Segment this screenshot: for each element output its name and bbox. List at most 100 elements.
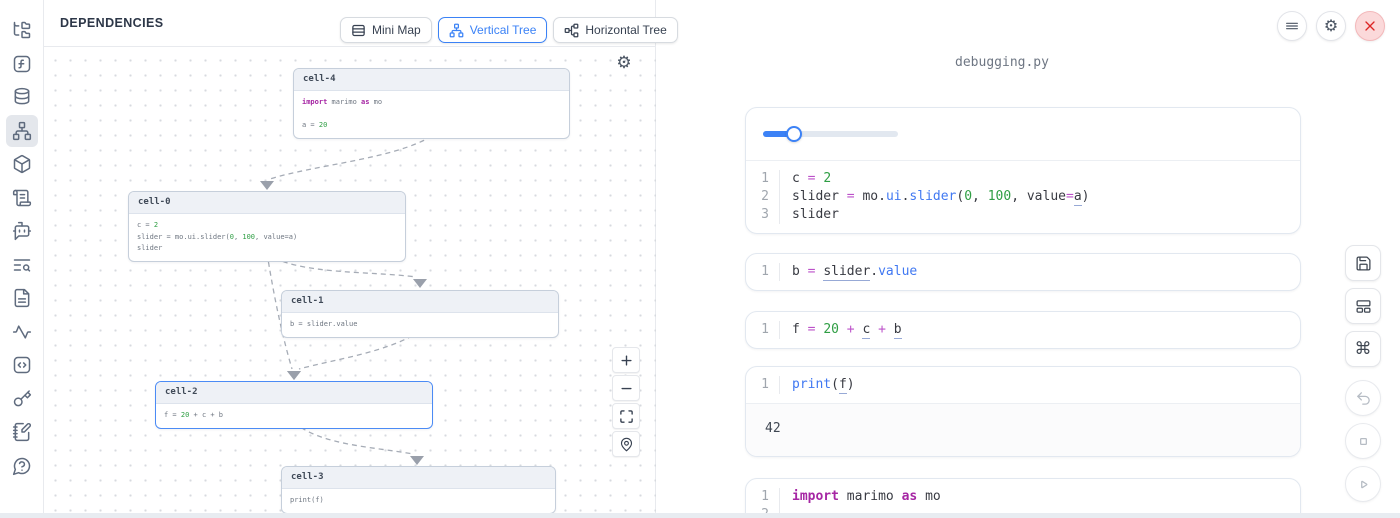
slider-widget[interactable] (763, 131, 898, 137)
graph-node-code: f = 20 + c + b (156, 404, 432, 428)
sidebar-item-tracing[interactable] (6, 316, 38, 348)
cell-code-editor[interactable]: 1c = 22slider = mo.ui.slider(0, 100, val… (746, 161, 1300, 233)
dependency-graph-icon (12, 121, 32, 141)
sidebar-item-snippets[interactable] (6, 349, 38, 381)
notebook-settings-button[interactable]: ⚙ (1316, 11, 1346, 41)
vertical-tree-button[interactable]: Vertical Tree (438, 17, 548, 43)
pin-button[interactable] (612, 431, 640, 457)
cell-code-editor[interactable]: 1f = 20 + c + b (746, 312, 1300, 348)
minimap-icon (351, 23, 366, 38)
zoom-out-button[interactable] (612, 375, 640, 401)
app-layout-icon (1355, 298, 1372, 315)
line-number: 3 (746, 206, 780, 224)
stop-button[interactable] (1345, 423, 1381, 459)
horizontal-tree-button-label: Horizontal Tree (585, 23, 666, 37)
documentation-icon (12, 288, 32, 308)
horizontal-tree-icon (564, 23, 579, 38)
edge-arrowhead (410, 456, 424, 465)
graph-node-cell-3[interactable]: cell-3print(f) (281, 466, 556, 514)
settings-icon: ⚙ (1324, 18, 1338, 34)
cell-code-editor[interactable]: 1b = slider.value (746, 254, 1300, 290)
graph-zoom-controls (612, 347, 640, 457)
sidebar-item-file-explorer[interactable] (6, 14, 38, 46)
vertical-tree-button-label: Vertical Tree (470, 23, 537, 37)
file-explorer-icon (12, 20, 32, 40)
graph-node-code: print(f) (282, 489, 555, 513)
notebook-menu-button[interactable] (1277, 11, 1307, 41)
zoom-out-icon (619, 381, 634, 396)
notebook-cell-3: 1print(f) 42 (745, 366, 1301, 457)
undo-button[interactable] (1345, 380, 1381, 416)
sidebar-item-secrets[interactable] (6, 383, 38, 415)
minimap-button-label: Mini Map (372, 23, 421, 37)
help-icon (12, 456, 32, 476)
notebook-cell-4: 1import marimo as mo2 (745, 478, 1301, 518)
cell-code-editor[interactable]: 1print(f) (746, 367, 1300, 403)
undo-icon (1355, 390, 1372, 407)
shutdown-icon (1362, 18, 1378, 34)
sidebar-item-outline[interactable] (6, 182, 38, 214)
sidebar-item-help[interactable] (6, 450, 38, 482)
keyboard-shortcuts-button[interactable]: ⌘ (1345, 331, 1381, 367)
variables-icon (12, 54, 32, 74)
dependency-graph-canvas[interactable]: cell-4import marimo as mo a = 20 cell-0c … (44, 47, 656, 518)
graph-node-title: cell-3 (282, 467, 555, 489)
fit-view-icon (619, 409, 634, 424)
edge-arrowhead (413, 279, 427, 288)
window-bottom-edge (0, 513, 1400, 518)
code-line: 1b = slider.value (746, 263, 1300, 281)
cell-output: 42 (746, 403, 1300, 456)
code-line: 1import marimo as mo (746, 488, 1300, 506)
zoom-in-button[interactable] (612, 347, 640, 373)
graph-node-cell-2[interactable]: cell-2f = 20 + c + b (155, 381, 433, 429)
line-number: 1 (746, 170, 780, 188)
sidebar-item-variables[interactable] (6, 48, 38, 80)
vertical-tree-icon (449, 23, 464, 38)
sidebar-item-ai-chat[interactable] (6, 215, 38, 247)
graph-node-cell-0[interactable]: cell-0c = 2slider = mo.ui.slider(0, 100,… (128, 191, 406, 262)
keyboard-shortcuts-icon: ⌘ (1355, 341, 1372, 358)
zoom-in-icon (619, 353, 634, 368)
sidebar-item-dependency-graph[interactable] (6, 115, 38, 147)
sidebar-item-datasources[interactable] (6, 81, 38, 113)
save-button[interactable] (1345, 245, 1381, 281)
slider-thumb[interactable] (786, 126, 802, 142)
cell-output (746, 108, 1300, 161)
edge-arrowhead (287, 371, 301, 380)
fit-view-button[interactable] (612, 403, 640, 429)
graph-settings-button[interactable]: ⚙ (615, 54, 633, 72)
graph-node-cell-1[interactable]: cell-1b = slider.value (281, 290, 559, 338)
shutdown-button[interactable] (1355, 11, 1385, 41)
snippets-icon (12, 355, 32, 375)
sidebar-item-packages[interactable] (6, 148, 38, 180)
menu-icon (1284, 18, 1300, 34)
stop-icon (1355, 433, 1372, 450)
graph-node-title: cell-4 (294, 69, 569, 91)
code-line: 1print(f) (746, 376, 1300, 394)
left-icon-sidebar (0, 0, 44, 518)
notebook-area: debugging.py ⚙ 1c = 22slider = mo.ui.sli… (657, 0, 1400, 518)
code-line: 1c = 2 (746, 170, 1300, 188)
logs-icon (12, 255, 32, 275)
graph-node-cell-4[interactable]: cell-4import marimo as mo a = 20 (293, 68, 570, 139)
notebook-cell-0: 1c = 22slider = mo.ui.slider(0, 100, val… (745, 107, 1301, 234)
graph-view-toolbar: Mini Map Vertical Tree Horizontal Tree (340, 17, 678, 43)
save-icon (1355, 255, 1372, 272)
notebook-action-rail: ⌘ (1345, 245, 1381, 509)
sidebar-item-logs[interactable] (6, 249, 38, 281)
horizontal-tree-button[interactable]: Horizontal Tree (553, 17, 677, 43)
sidebar-item-scratchpad[interactable] (6, 416, 38, 448)
notebook-cell-2: 1f = 20 + c + b (745, 311, 1301, 349)
packages-icon (12, 154, 32, 174)
graph-node-code: b = slider.value (282, 313, 558, 337)
dependencies-panel: DEPENDENCIES cell-4import marimo as mo a… (44, 0, 656, 518)
marimo-app-window: DEPENDENCIES cell-4import marimo as mo a… (0, 0, 1400, 518)
code-line: 2slider = mo.ui.slider(0, 100, value=a) (746, 188, 1300, 206)
ai-chat-icon (12, 221, 32, 241)
notebook-top-buttons: ⚙ (1277, 11, 1385, 41)
line-number: 1 (746, 488, 780, 506)
app-layout-button[interactable] (1345, 288, 1381, 324)
run-button[interactable] (1345, 466, 1381, 502)
sidebar-item-documentation[interactable] (6, 282, 38, 314)
minimap-button[interactable]: Mini Map (340, 17, 432, 43)
